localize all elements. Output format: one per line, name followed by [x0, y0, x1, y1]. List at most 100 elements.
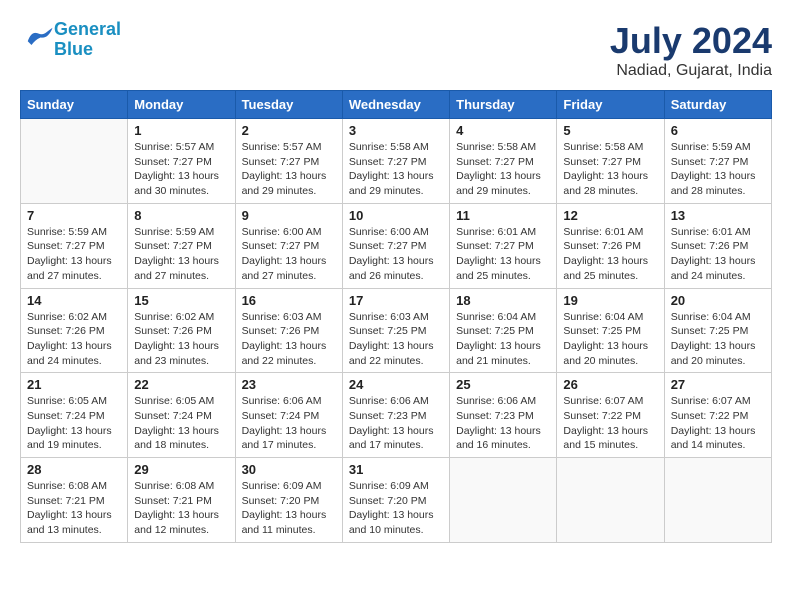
- day-number: 30: [242, 462, 336, 477]
- day-number: 27: [671, 377, 765, 392]
- column-header-saturday: Saturday: [664, 91, 771, 119]
- calendar-cell: 21Sunrise: 6:05 AMSunset: 7:24 PMDayligh…: [21, 373, 128, 458]
- calendar-cell: 16 Sunrise: 6:03 AMSunset: 7:26 PMDayligh…: [235, 288, 342, 373]
- day-info: Sunrise: 6:00 AMSunset: 7:27 PMDaylight:…: [242, 225, 336, 284]
- day-info: Sunrise: 6:00 AMSunset: 7:27 PMDaylight:…: [349, 225, 443, 284]
- day-info: Sunrise: 6:06 AMSunset: 7:23 PMDaylight:…: [456, 394, 550, 453]
- column-header-wednesday: Wednesday: [342, 91, 449, 119]
- logo-bird-icon: [24, 25, 54, 50]
- column-header-thursday: Thursday: [450, 91, 557, 119]
- page-subtitle: Nadiad, Gujarat, India: [610, 62, 772, 80]
- day-number: 28: [27, 462, 121, 477]
- calendar-header-row: SundayMondayTuesdayWednesdayThursdayFrid…: [21, 91, 772, 119]
- calendar-cell: 17 Sunrise: 6:03 AMSunset: 7:25 PMDayligh…: [342, 288, 449, 373]
- day-number: 2: [242, 123, 336, 138]
- day-number: 23: [242, 377, 336, 392]
- day-info: Sunrise: 6:08 AMSunset: 7:21 PMDaylight:…: [27, 479, 121, 538]
- calendar-week-3: 14 Sunrise: 6:02 AMSunset: 7:26 PMDayligh…: [21, 288, 772, 373]
- calendar-cell: [450, 458, 557, 543]
- day-number: 24: [349, 377, 443, 392]
- day-info: Sunrise: 6:03 AMSunset: 7:26 PMDaylight:…: [242, 310, 336, 369]
- day-number: 31: [349, 462, 443, 477]
- day-info: Sunrise: 6:04 AMSunset: 7:25 PMDaylight:…: [671, 310, 765, 369]
- day-info: Sunrise: 6:06 AMSunset: 7:23 PMDaylight:…: [349, 394, 443, 453]
- calendar-cell: 11 Sunrise: 6:01 AMSunset: 7:27 PMDayligh…: [450, 203, 557, 288]
- day-number: 1: [134, 123, 228, 138]
- calendar-cell: 8 Sunrise: 5:59 AMSunset: 7:27 PMDaylight…: [128, 203, 235, 288]
- day-info: Sunrise: 5:59 AMSunset: 7:27 PMDaylight:…: [134, 225, 228, 284]
- day-number: 3: [349, 123, 443, 138]
- day-number: 19: [563, 293, 657, 308]
- calendar-cell: 22 Sunrise: 6:05 AMSunset: 7:24 PMDayligh…: [128, 373, 235, 458]
- calendar-cell: [664, 458, 771, 543]
- day-info: Sunrise: 6:04 AMSunset: 7:25 PMDaylight:…: [456, 310, 550, 369]
- calendar-cell: 20 Sunrise: 6:04 AMSunset: 7:25 PMDayligh…: [664, 288, 771, 373]
- day-info: Sunrise: 5:57 AMSunset: 7:27 PMDaylight:…: [134, 140, 228, 199]
- day-info: Sunrise: 6:02 AMSunset: 7:26 PMDaylight:…: [134, 310, 228, 369]
- calendar-cell: 4 Sunrise: 5:58 AMSunset: 7:27 PMDaylight…: [450, 119, 557, 204]
- calendar-cell: 30 Sunrise: 6:09 AMSunset: 7:20 PMDayligh…: [235, 458, 342, 543]
- column-header-sunday: Sunday: [21, 91, 128, 119]
- day-info: Sunrise: 6:08 AMSunset: 7:21 PMDaylight:…: [134, 479, 228, 538]
- day-info: Sunrise: 5:59 AMSunset: 7:27 PMDaylight:…: [27, 225, 121, 284]
- day-number: 12: [563, 208, 657, 223]
- calendar-cell: [21, 119, 128, 204]
- calendar-cell: 1 Sunrise: 5:57 AMSunset: 7:27 PMDaylight…: [128, 119, 235, 204]
- day-number: 20: [671, 293, 765, 308]
- day-info: Sunrise: 6:07 AMSunset: 7:22 PMDaylight:…: [563, 394, 657, 453]
- day-info: Sunrise: 6:09 AMSunset: 7:20 PMDaylight:…: [242, 479, 336, 538]
- calendar-week-5: 28 Sunrise: 6:08 AMSunset: 7:21 PMDayligh…: [21, 458, 772, 543]
- day-info: Sunrise: 6:01 AMSunset: 7:27 PMDaylight:…: [456, 225, 550, 284]
- calendar-cell: 6 Sunrise: 5:59 AMSunset: 7:27 PMDaylight…: [664, 119, 771, 204]
- column-header-friday: Friday: [557, 91, 664, 119]
- calendar-cell: 15 Sunrise: 6:02 AMSunset: 7:26 PMDayligh…: [128, 288, 235, 373]
- day-number: 18: [456, 293, 550, 308]
- column-header-tuesday: Tuesday: [235, 91, 342, 119]
- day-number: 11: [456, 208, 550, 223]
- day-number: 8: [134, 208, 228, 223]
- day-info: Sunrise: 5:58 AMSunset: 7:27 PMDaylight:…: [349, 140, 443, 199]
- day-info: Sunrise: 6:04 AMSunset: 7:25 PMDaylight:…: [563, 310, 657, 369]
- calendar-cell: 2Sunrise: 5:57 AMSunset: 7:27 PMDaylight…: [235, 119, 342, 204]
- day-info: Sunrise: 6:02 AMSunset: 7:26 PMDaylight:…: [27, 310, 121, 369]
- day-number: 9: [242, 208, 336, 223]
- calendar-week-1: 1 Sunrise: 5:57 AMSunset: 7:27 PMDaylight…: [21, 119, 772, 204]
- day-info: Sunrise: 6:05 AMSunset: 7:24 PMDaylight:…: [27, 394, 121, 453]
- day-number: 6: [671, 123, 765, 138]
- calendar-week-2: 7Sunrise: 5:59 AMSunset: 7:27 PMDaylight…: [21, 203, 772, 288]
- day-info: Sunrise: 5:58 AMSunset: 7:27 PMDaylight:…: [456, 140, 550, 199]
- day-info: Sunrise: 6:03 AMSunset: 7:25 PMDaylight:…: [349, 310, 443, 369]
- day-number: 16: [242, 293, 336, 308]
- calendar-cell: 14 Sunrise: 6:02 AMSunset: 7:26 PMDayligh…: [21, 288, 128, 373]
- calendar-week-4: 21Sunrise: 6:05 AMSunset: 7:24 PMDayligh…: [21, 373, 772, 458]
- day-number: 22: [134, 377, 228, 392]
- day-info: Sunrise: 6:09 AMSunset: 7:20 PMDaylight:…: [349, 479, 443, 538]
- column-header-monday: Monday: [128, 91, 235, 119]
- day-number: 29: [134, 462, 228, 477]
- day-info: Sunrise: 5:58 AMSunset: 7:27 PMDaylight:…: [563, 140, 657, 199]
- calendar-cell: 31 Sunrise: 6:09 AMSunset: 7:20 PMDayligh…: [342, 458, 449, 543]
- day-info: Sunrise: 5:59 AMSunset: 7:27 PMDaylight:…: [671, 140, 765, 199]
- page-header: GeneralBlue July 2024 Nadiad, Gujarat, I…: [20, 20, 772, 80]
- day-info: Sunrise: 6:07 AMSunset: 7:22 PMDaylight:…: [671, 394, 765, 453]
- calendar-cell: 13Sunrise: 6:01 AMSunset: 7:26 PMDayligh…: [664, 203, 771, 288]
- day-number: 17: [349, 293, 443, 308]
- day-info: Sunrise: 6:05 AMSunset: 7:24 PMDaylight:…: [134, 394, 228, 453]
- day-number: 13: [671, 208, 765, 223]
- calendar-cell: 18 Sunrise: 6:04 AMSunset: 7:25 PMDayligh…: [450, 288, 557, 373]
- day-number: 26: [563, 377, 657, 392]
- calendar-cell: [557, 458, 664, 543]
- day-number: 14: [27, 293, 121, 308]
- day-number: 10: [349, 208, 443, 223]
- calendar-cell: 9 Sunrise: 6:00 AMSunset: 7:27 PMDaylight…: [235, 203, 342, 288]
- calendar-cell: 27 Sunrise: 6:07 AMSunset: 7:22 PMDayligh…: [664, 373, 771, 458]
- calendar-cell: 7Sunrise: 5:59 AMSunset: 7:27 PMDaylight…: [21, 203, 128, 288]
- day-number: 15: [134, 293, 228, 308]
- logo: GeneralBlue: [20, 20, 121, 60]
- day-info: Sunrise: 6:06 AMSunset: 7:24 PMDaylight:…: [242, 394, 336, 453]
- calendar-cell: 5 Sunrise: 5:58 AMSunset: 7:27 PMDaylight…: [557, 119, 664, 204]
- calendar-cell: 3 Sunrise: 5:58 AMSunset: 7:27 PMDaylight…: [342, 119, 449, 204]
- page-title: July 2024: [610, 20, 772, 62]
- day-number: 4: [456, 123, 550, 138]
- day-number: 5: [563, 123, 657, 138]
